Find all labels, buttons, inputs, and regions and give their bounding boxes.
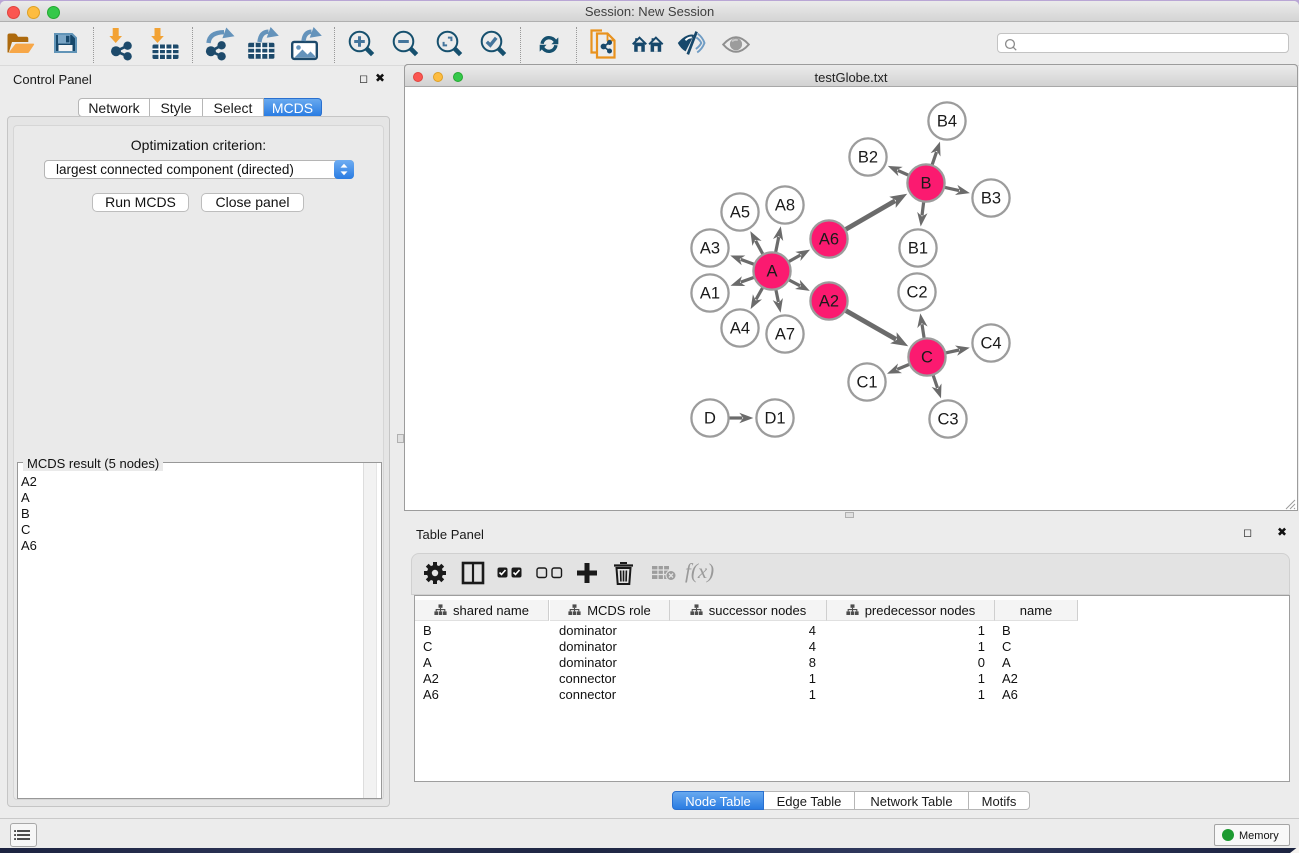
svg-text:Memory: Memory xyxy=(1239,830,1279,842)
svg-text:D: D xyxy=(704,410,716,428)
svg-text:C: C xyxy=(921,349,933,367)
svg-text:B1: B1 xyxy=(908,240,928,258)
svg-text:C2: C2 xyxy=(906,284,927,302)
svg-text:A: A xyxy=(766,263,777,281)
svg-text:A1: A1 xyxy=(700,285,720,303)
svg-text:A7: A7 xyxy=(775,326,795,344)
svg-text:A6: A6 xyxy=(819,231,839,249)
svg-text:A3: A3 xyxy=(700,240,720,258)
svg-text:C3: C3 xyxy=(937,411,958,429)
svg-text:A8: A8 xyxy=(775,197,795,215)
svg-text:A4: A4 xyxy=(730,320,750,338)
svg-text:B4: B4 xyxy=(937,113,957,131)
svg-text:C1: C1 xyxy=(856,374,877,392)
svg-text:A5: A5 xyxy=(730,204,750,222)
svg-text:C4: C4 xyxy=(980,335,1001,353)
svg-text:B2: B2 xyxy=(858,149,878,167)
svg-text:D1: D1 xyxy=(764,410,785,428)
svg-text:A2: A2 xyxy=(819,293,839,311)
svg-text:B: B xyxy=(920,175,931,193)
svg-text:B3: B3 xyxy=(981,190,1001,208)
